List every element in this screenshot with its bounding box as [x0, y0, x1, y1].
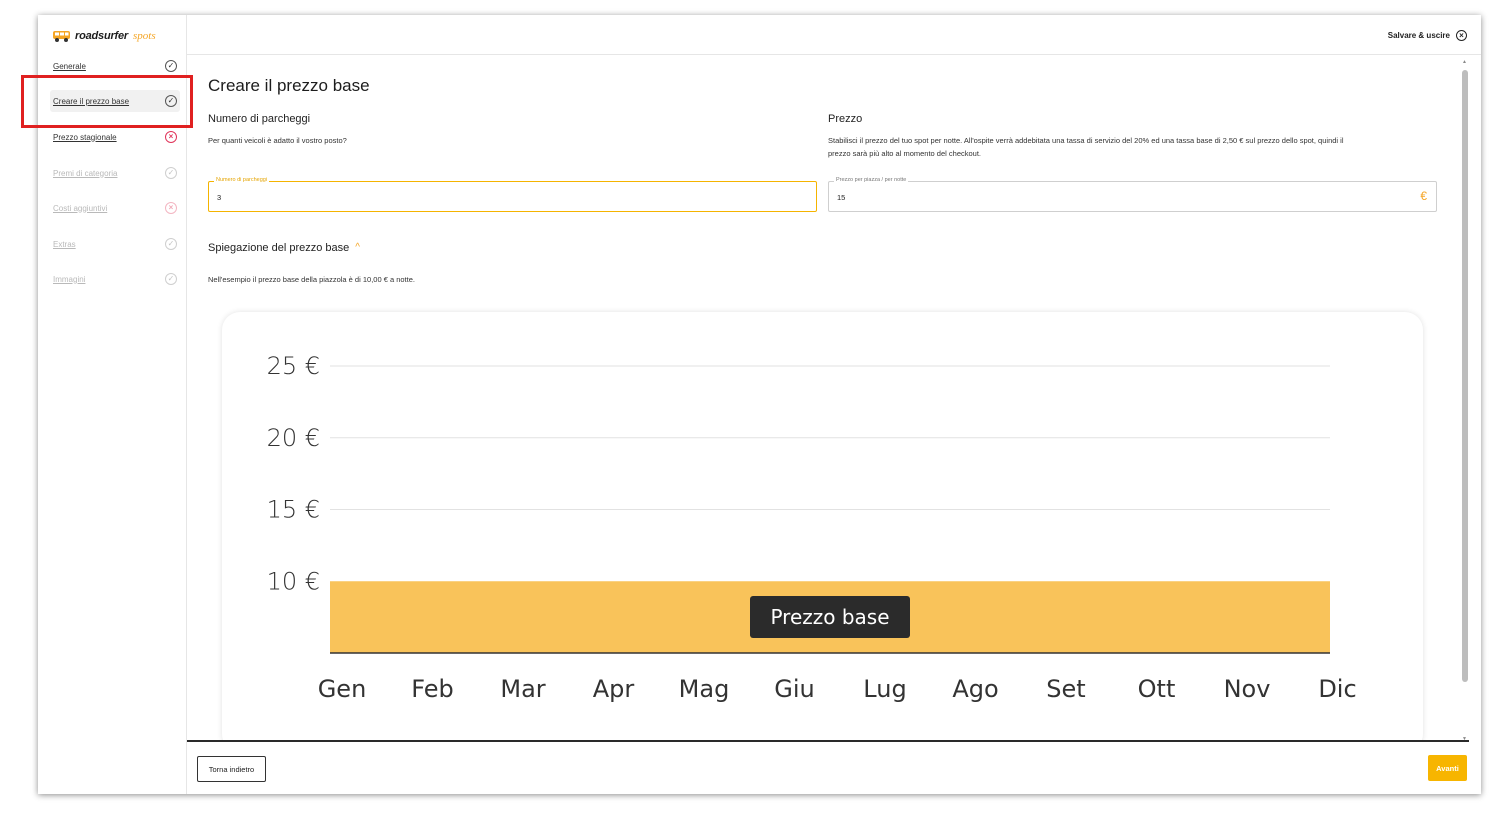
price-section-title: Prezzo — [828, 113, 863, 125]
close-circle-icon: × — [1456, 30, 1467, 41]
parking-count-value: 3 — [217, 193, 222, 202]
error-icon: × — [165, 131, 177, 143]
check-icon: ✓ — [165, 167, 177, 179]
check-icon: ✓ — [165, 273, 177, 285]
footer: Torna indietro Avanti — [187, 740, 1469, 794]
price-chart: 10 € 15 € 20 € 25 € Prezzo base Gen Feb Mar Apr M… — [267, 352, 1357, 703]
scrollbar[interactable]: ▲ ▼ — [1460, 56, 1470, 742]
scroll-up-icon[interactable]: ▲ — [1462, 59, 1467, 65]
x-tick-label: Mar — [500, 675, 545, 703]
logo[interactable]: roadsurfer spots — [52, 26, 156, 46]
sidebar-item-label: Premi di categoria — [53, 168, 118, 178]
x-tick-label: Gen — [318, 675, 367, 703]
price-description-line: prezzo sarà più alto al momento del chec… — [828, 149, 981, 158]
check-icon: ✓ — [165, 238, 177, 250]
x-tick-label: Ott — [1138, 675, 1176, 703]
x-tick-label: Nov — [1224, 675, 1271, 703]
next-button[interactable]: Avanti — [1428, 755, 1467, 781]
highlight-box — [21, 75, 193, 128]
error-icon: × — [165, 202, 177, 214]
save-exit-button[interactable]: Salvare & uscire × — [1388, 30, 1467, 41]
x-tick-label: Lug — [863, 675, 906, 703]
explanation-title: Spiegazione del prezzo base — [208, 242, 350, 254]
price-chart-card: 10 € 15 € 20 € 25 € Prezzo base Gen Feb Mar Apr M… — [222, 312, 1423, 742]
sidebar-item-extras[interactable]: Extras ✓ — [50, 233, 180, 255]
x-tick-label: Set — [1046, 675, 1085, 703]
sidebar-item-generale[interactable]: Generale ✓ — [50, 55, 180, 77]
page-title: Creare il prezzo base — [208, 76, 370, 95]
parking-description: Per quanti veicoli è adatto il vostro po… — [208, 136, 347, 145]
sidebar-item-prezzo-stagionale[interactable]: Prezzo stagionale × — [50, 126, 180, 148]
sidebar-item-costi-aggiuntivi[interactable]: Costi aggiuntivi × — [50, 197, 180, 219]
sidebar-item-label: Costi aggiuntivi — [53, 203, 108, 213]
sidebar-item-premi-categoria[interactable]: Premi di categoria ✓ — [50, 162, 180, 184]
price-field-value: 15 — [837, 193, 846, 202]
x-tick-label: Dic — [1318, 675, 1356, 703]
chevron-up-icon: ^ — [355, 241, 360, 253]
parking-count-label: Numero di parcheggi — [214, 177, 270, 183]
save-exit-label: Salvare & uscire — [1387, 31, 1450, 40]
x-tick-label: Feb — [411, 675, 454, 703]
explanation-toggle[interactable]: Spiegazione del prezzo base ^ — [208, 241, 360, 255]
euro-icon: € — [1420, 189, 1427, 203]
sidebar-item-label: Generale — [53, 61, 86, 71]
series-label: Prezzo base — [770, 605, 889, 629]
brand-suffix: spots — [133, 30, 156, 42]
x-tick-label: Giu — [774, 675, 814, 703]
x-tick-label: Mag — [679, 675, 730, 703]
parking-count-field[interactable]: Numero di parcheggi 3 — [208, 177, 817, 212]
app-window: roadsurfer spots Generale ✓ Creare il pr… — [38, 15, 1481, 794]
sidebar-item-label: Immagini — [53, 274, 86, 284]
price-description: Stabilisci il prezzo del tuo spot per no… — [828, 134, 1448, 160]
y-tick-label: 20 € — [267, 424, 320, 452]
sidebar-item-label: Extras — [53, 239, 76, 249]
check-icon: ✓ — [165, 60, 177, 72]
sidebar-item-label: Prezzo stagionale — [53, 132, 117, 142]
explanation-example: Nell'esempio il prezzo base della piazzo… — [208, 275, 415, 284]
parking-section-title: Numero di parcheggi — [208, 113, 311, 125]
y-tick-label: 10 € — [267, 567, 320, 595]
price-description-line: Stabilisci il prezzo del tuo spot per no… — [828, 136, 1344, 145]
price-field[interactable]: Prezzo per piazza / per notte 15 € — [828, 177, 1437, 212]
main-content: Creare il prezzo base Numero di parchegg… — [187, 56, 1460, 742]
sidebar-item-immagini[interactable]: Immagini ✓ — [50, 268, 180, 290]
back-button[interactable]: Torna indietro — [197, 756, 266, 782]
scroll-thumb[interactable] — [1462, 70, 1468, 682]
sidebar: roadsurfer spots Generale ✓ Creare il pr… — [38, 15, 187, 794]
price-field-label: Prezzo per piazza / per notte — [834, 177, 909, 183]
y-tick-label: 15 € — [267, 496, 320, 524]
x-tick-label: Apr — [593, 675, 635, 703]
y-tick-label: 25 € — [267, 352, 320, 380]
top-bar: Salvare & uscire × — [187, 15, 1481, 55]
van-icon — [53, 31, 70, 42]
brand-name: roadsurfer — [75, 30, 129, 42]
x-tick-label: Ago — [952, 675, 998, 703]
